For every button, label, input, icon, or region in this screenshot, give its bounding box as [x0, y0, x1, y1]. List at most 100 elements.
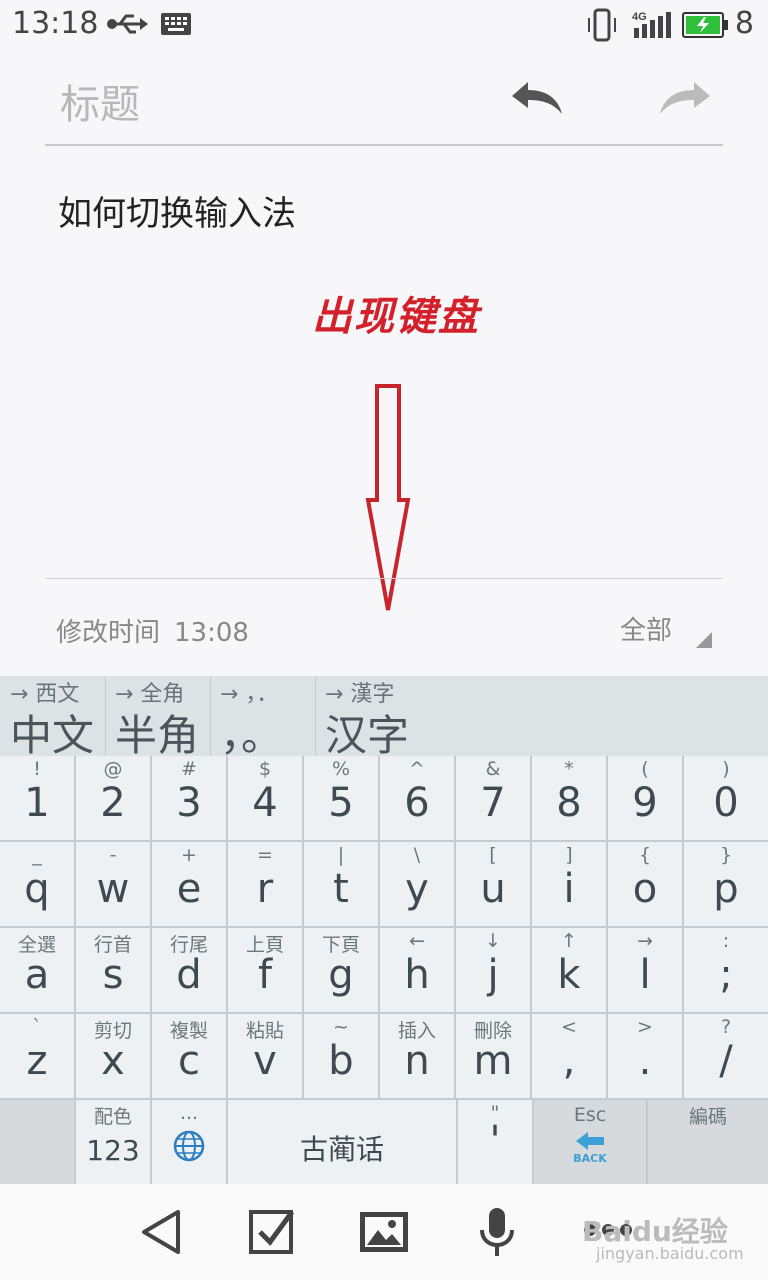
key[interactable]: ^ 6 — [380, 756, 454, 840]
key[interactable]: 插入 n — [380, 1014, 454, 1098]
key-label: s — [102, 952, 124, 998]
key-alt-label: @ — [103, 758, 123, 780]
key-label: d — [176, 952, 202, 998]
space-key[interactable]: 古蔺话 — [228, 1100, 456, 1184]
key[interactable]: <, — [532, 1014, 606, 1098]
key[interactable]: #3 — [152, 756, 226, 840]
key-label: 0 — [713, 780, 739, 826]
key-alt-label: } — [719, 844, 733, 866]
key-label: k — [557, 952, 581, 998]
key[interactable]: ← h — [380, 928, 454, 1012]
key[interactable]: 行尾 d — [152, 928, 226, 1012]
key[interactable]: ? / — [684, 1014, 768, 1098]
key[interactable]: ~ b — [304, 1014, 378, 1098]
candidate-simplified[interactable]: → 漢字 汉字 — [315, 676, 425, 760]
key[interactable]: [u — [456, 842, 530, 926]
key[interactable]: 刪除 m — [456, 1014, 530, 1098]
key[interactable]: → l — [608, 928, 682, 1012]
key-alt-label: ? — [720, 1016, 732, 1038]
key-alt-label: \ — [413, 844, 421, 866]
usb-icon — [107, 14, 148, 34]
status-bar: 13:18 4G 8 — [0, 0, 768, 50]
key[interactable]: ↑ k — [532, 928, 606, 1012]
key[interactable]: 行首 s — [76, 928, 150, 1012]
candidate-halfwidth[interactable]: → 全角 半角 — [105, 676, 211, 760]
network-type: 4G — [632, 11, 647, 23]
key-label: 1 — [24, 780, 50, 826]
key[interactable]: ↓ j — [456, 928, 530, 1012]
candidate-text: ，。 — [220, 711, 284, 760]
key[interactable]: 上頁 f — [228, 928, 302, 1012]
keyboard-status-icon — [161, 13, 191, 35]
annotation-text: 出现键盘 — [312, 293, 480, 340]
shift-key[interactable] — [0, 1100, 74, 1184]
candidate-text: 中文 — [10, 711, 95, 760]
key[interactable]: ` z — [0, 1014, 74, 1098]
key[interactable]: 粘貼 v — [228, 1014, 302, 1098]
key[interactable]: } p — [684, 842, 768, 926]
key[interactable]: ) 0 — [684, 756, 768, 840]
image-icon[interactable] — [358, 1210, 410, 1254]
undo-icon[interactable] — [508, 78, 566, 118]
language-key[interactable]: ... — [152, 1100, 226, 1184]
key[interactable]: % 5 — [304, 756, 378, 840]
checkbox-icon[interactable] — [248, 1206, 296, 1256]
key-label: g — [328, 952, 354, 998]
note-body[interactable]: 如何切换输入法 — [58, 186, 296, 235]
key[interactable]: @2 — [76, 756, 150, 840]
key-alt-label: ^ — [409, 758, 425, 780]
key-alt-label: → — [637, 930, 653, 952]
key-label: ' — [489, 1118, 501, 1164]
key-alt-label: * — [564, 758, 574, 780]
key[interactable]: 剪切 x — [76, 1014, 150, 1098]
key[interactable]: | t — [304, 842, 378, 926]
key[interactable]: {o — [608, 842, 682, 926]
key-label: 5 — [328, 780, 354, 826]
key[interactable]: * 8 — [532, 756, 606, 840]
back-triangle-icon[interactable] — [140, 1208, 182, 1256]
key[interactable]: -w — [76, 842, 150, 926]
key-label: 7 — [480, 780, 506, 826]
key[interactable]: ! 1 — [0, 756, 74, 840]
key-label: v — [253, 1038, 277, 1084]
key-alt-label: Esc — [573, 1104, 607, 1126]
back-label: BACK — [573, 1152, 607, 1165]
key-alt-label: _ — [32, 844, 42, 866]
key-alt-label: + — [181, 844, 197, 866]
key-label: b — [328, 1038, 354, 1084]
redo-icon[interactable] — [656, 78, 714, 118]
code-key[interactable]: 編碼 — [648, 1100, 768, 1184]
number-mode-key[interactable]: 配色 123 — [76, 1100, 150, 1184]
folder-label: 全部 — [620, 616, 673, 646]
key[interactable]: >. — [608, 1014, 682, 1098]
key[interactable]: 複製 c — [152, 1014, 226, 1098]
key[interactable]: & 7 — [456, 756, 530, 840]
back-key[interactable]: Esc BACK — [534, 1100, 646, 1184]
title-divider — [45, 144, 723, 146]
candidate-punctuation[interactable]: → ，． ，。 — [210, 676, 316, 760]
key-label: / — [719, 1038, 733, 1084]
candidate-chinese[interactable]: → 西文 中文 — [0, 676, 106, 760]
key[interactable]: $4 — [228, 756, 302, 840]
key[interactable]: ] i — [532, 842, 606, 926]
title-input[interactable]: 标题 — [60, 72, 140, 130]
key[interactable]: 全選 a — [0, 928, 74, 1012]
candidate-text: 汉字 — [325, 711, 410, 760]
key-alt-label: ! — [33, 758, 41, 780]
key-label: n — [404, 1038, 430, 1084]
key[interactable]: _ q — [0, 842, 74, 926]
key-alt-label: = — [257, 844, 273, 866]
key[interactable]: :; — [684, 928, 768, 1012]
back-arrow-icon — [576, 1132, 604, 1150]
watermark-url: jingyan.baidu.com — [596, 1244, 744, 1263]
key[interactable]: = r — [228, 842, 302, 926]
key[interactable]: 下頁 g — [304, 928, 378, 1012]
key[interactable]: \ y — [380, 842, 454, 926]
microphone-icon[interactable] — [478, 1206, 516, 1258]
key-label: f — [257, 952, 273, 998]
key-label: a — [24, 952, 50, 998]
quote-key[interactable]: " ' — [458, 1100, 532, 1184]
key[interactable]: + e — [152, 842, 226, 926]
key[interactable]: (9 — [608, 756, 682, 840]
folder-selector[interactable]: 全部 — [620, 610, 672, 647]
